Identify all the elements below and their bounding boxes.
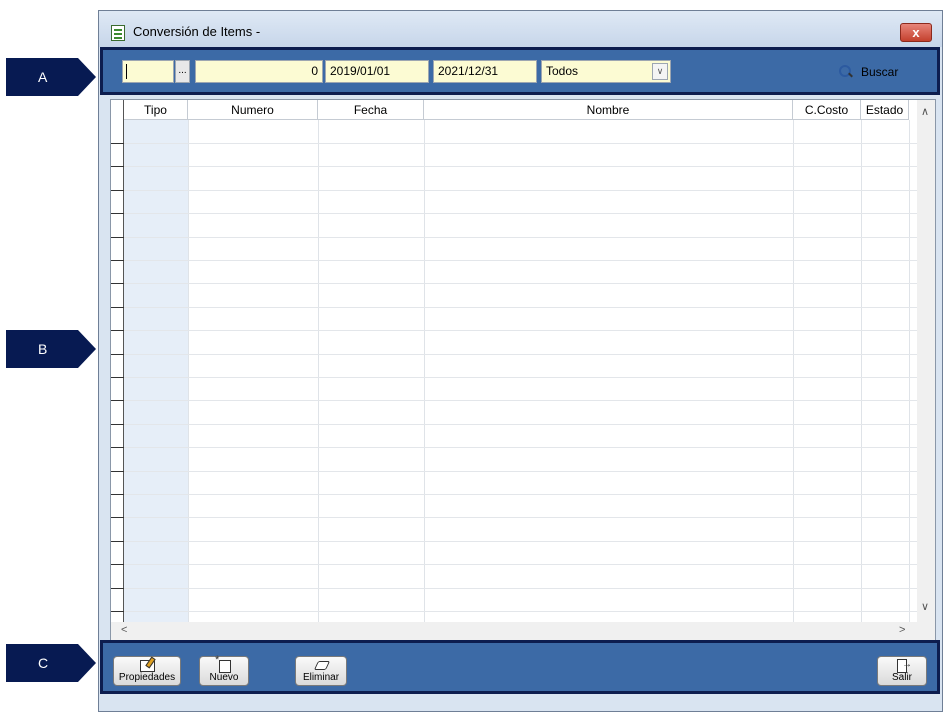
- row-selector-tick: [111, 143, 124, 144]
- grid-row-line: [111, 283, 919, 284]
- row-selector-tick: [111, 424, 124, 425]
- estado-dropdown[interactable]: Todos ∨: [541, 60, 671, 83]
- callout-b: B: [6, 330, 96, 368]
- grid-row-line: [111, 447, 919, 448]
- close-button[interactable]: x: [900, 23, 932, 42]
- grid-row-line: [111, 564, 919, 565]
- row-selector-tick: [111, 611, 124, 612]
- grid-row-line: [111, 494, 919, 495]
- scroll-up-icon[interactable]: ∧: [921, 105, 929, 118]
- estado-selected-value: Todos: [546, 64, 579, 78]
- grid-row-line: [111, 400, 919, 401]
- row-selector-tick: [111, 588, 124, 589]
- grid-body: Tipo Numero Fecha Nombre C.Costo Estado: [111, 100, 919, 624]
- scroll-corner: [917, 622, 935, 640]
- row-selector-tick: [111, 517, 124, 518]
- row-selector-tick: [111, 447, 124, 448]
- tipo-column-background: [124, 120, 188, 624]
- exit-door-icon: [893, 659, 912, 673]
- row-selector-column[interactable]: [111, 100, 124, 624]
- filter-bar: ... 0 2019/01/01 2021/12/31 Todos ∨ Busc…: [100, 47, 940, 95]
- close-icon: x: [912, 25, 920, 40]
- row-selector-tick: [111, 190, 124, 191]
- grid-row-line: [111, 377, 919, 378]
- column-header-nombre[interactable]: Nombre: [424, 100, 793, 120]
- grid-row-line: [111, 143, 919, 144]
- fecha-hasta-input[interactable]: 2021/12/31: [433, 60, 537, 83]
- chevron-down-icon[interactable]: ∨: [652, 63, 668, 80]
- scroll-down-icon[interactable]: ∨: [921, 600, 929, 613]
- row-selector-tick: [111, 283, 124, 284]
- column-header-estado[interactable]: Estado: [861, 100, 909, 120]
- grid-column-line: [188, 120, 189, 624]
- row-selector-tick: [111, 564, 124, 565]
- nuevo-label: Nuevo: [209, 672, 239, 683]
- search-icon: [839, 65, 853, 79]
- row-selector-tick: [111, 400, 124, 401]
- row-selector-tick: [111, 166, 124, 167]
- items-grid[interactable]: Tipo Numero Fecha Nombre C.Costo Estado …: [110, 99, 936, 641]
- eraser-icon: [312, 659, 330, 671]
- grid-row-line: [111, 166, 919, 167]
- grid-column-line: [318, 120, 319, 624]
- callout-a: A: [6, 58, 96, 96]
- scroll-left-icon[interactable]: <: [121, 624, 127, 636]
- buscar-label: Buscar: [861, 65, 899, 79]
- scroll-right-icon[interactable]: >: [899, 624, 905, 636]
- row-selector-tick: [111, 213, 124, 214]
- bottom-toolbar: Propiedades Nuevo Eliminar Salir: [100, 640, 940, 694]
- row-selector-tick: [111, 377, 124, 378]
- propiedades-button[interactable]: Propiedades: [113, 656, 181, 686]
- grid-row-line: [111, 213, 919, 214]
- grid-column-line: [861, 120, 862, 624]
- grid-row-line: [111, 517, 919, 518]
- horizontal-scrollbar[interactable]: < >: [111, 622, 919, 640]
- grid-row-line: [111, 611, 919, 612]
- vertical-scrollbar[interactable]: ∧ ∨: [917, 100, 935, 624]
- grid-row-line: [111, 471, 919, 472]
- row-selector-tick: [111, 541, 124, 542]
- lookup-button[interactable]: ...: [175, 60, 190, 83]
- row-selector-tick: [111, 260, 124, 261]
- row-selector-tick: [111, 330, 124, 331]
- grid-row-line: [111, 237, 919, 238]
- eliminar-label: Eliminar: [302, 672, 340, 683]
- row-selector-tick: [111, 354, 124, 355]
- numero-input[interactable]: 0: [195, 60, 323, 83]
- edit-properties-icon: [138, 659, 156, 672]
- fecha-desde-input[interactable]: 2019/01/01: [325, 60, 429, 83]
- row-selector-tick: [111, 307, 124, 308]
- code-input[interactable]: [122, 60, 174, 83]
- grid-row-line: [111, 424, 919, 425]
- column-header-ccosto[interactable]: C.Costo: [793, 100, 861, 120]
- propiedades-label: Propiedades: [118, 672, 176, 683]
- grid-column-line: [424, 120, 425, 624]
- column-header-fecha[interactable]: Fecha: [318, 100, 424, 120]
- grid-row-line: [111, 260, 919, 261]
- grid-column-line: [793, 120, 794, 624]
- nuevo-button[interactable]: Nuevo: [199, 654, 249, 686]
- buscar-button[interactable]: Buscar: [839, 62, 898, 82]
- new-document-icon: [215, 654, 233, 673]
- callout-c: C: [6, 644, 96, 682]
- grid-row-line: [111, 588, 919, 589]
- column-header-tipo[interactable]: Tipo: [124, 100, 188, 120]
- conversion-items-window: Conversión de Items - x ... 0 2019/01/01…: [98, 10, 943, 712]
- eliminar-button[interactable]: Eliminar: [295, 656, 347, 686]
- grid-row-line: [111, 190, 919, 191]
- row-selector-tick: [111, 494, 124, 495]
- title-bar: Conversión de Items - x: [99, 11, 942, 47]
- salir-button[interactable]: Salir: [877, 656, 927, 686]
- grid-row-line: [111, 307, 919, 308]
- window-title: Conversión de Items -: [133, 24, 261, 39]
- document-list-icon: [111, 25, 125, 41]
- column-header-numero[interactable]: Numero: [188, 100, 318, 120]
- grid-row-line: [111, 541, 919, 542]
- salir-label: Salir: [891, 672, 912, 683]
- grid-column-line: [909, 120, 910, 624]
- row-selector-tick: [111, 471, 124, 472]
- row-selector-tick: [111, 237, 124, 238]
- grid-row-line: [111, 330, 919, 331]
- grid-row-line: [111, 354, 919, 355]
